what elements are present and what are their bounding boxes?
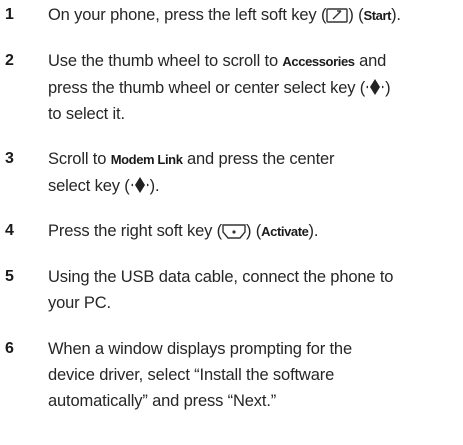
right-soft-key-icon — [222, 224, 246, 239]
step-text-part: select key ( — [48, 177, 130, 195]
step-text-part: and press the center — [182, 150, 335, 168]
step-text-part: On your phone, press the left soft key ( — [48, 6, 327, 24]
step-text: Use the thumb wheel to scroll to Accesso… — [48, 48, 460, 127]
step-text: Using the USB data cable, connect the ph… — [48, 264, 460, 316]
key-label-start: Start — [363, 8, 392, 23]
step-line: Scroll to Modem Link and press the cente… — [48, 146, 460, 173]
step-text-part: ). — [391, 6, 401, 24]
step-text-part: Scroll to — [48, 150, 111, 168]
step-text: On your phone, press the left soft key (… — [48, 2, 460, 29]
step-text-part: and — [354, 52, 387, 70]
step-text-part: ) — [385, 79, 391, 97]
step-line: device driver, select “Install the softw… — [48, 366, 335, 384]
step-line: Use the thumb wheel to scroll to Accesso… — [48, 48, 460, 75]
step-line: to select it. — [48, 105, 125, 123]
step-line: When a window displays prompting for the — [48, 340, 352, 358]
step-number: 1 — [5, 6, 14, 23]
center-select-key-icon — [130, 176, 150, 194]
step-line: press the thumb wheel or center select k… — [48, 75, 460, 101]
step-text: Scroll to Modem Link and press the cente… — [48, 146, 460, 199]
step-line: automatically” and press “Next.” — [48, 392, 277, 410]
step-number: 6 — [5, 340, 14, 357]
step-text: Press the right soft key ( ) (Activate). — [48, 218, 460, 245]
left-soft-key-icon — [326, 8, 349, 23]
step-text-part: Press the right soft key ( — [48, 222, 222, 240]
center-select-key-icon — [365, 78, 385, 96]
menu-label-modem-link: Modem Link — [110, 152, 183, 167]
step-number: 2 — [5, 52, 14, 69]
key-label-activate: Activate — [261, 224, 309, 239]
step-line: your PC. — [48, 294, 111, 312]
step-text-part: ) ( — [348, 6, 364, 24]
menu-label-accessories: Accessories — [282, 54, 355, 69]
step-text-part: Use the thumb wheel to scroll to — [48, 52, 283, 70]
step-text-part: press the thumb wheel or center select k… — [48, 79, 366, 97]
step-text-part: ). — [149, 177, 160, 195]
step-number: 3 — [5, 150, 14, 167]
step-number: 4 — [5, 222, 14, 239]
step-text-part: ) ( — [246, 222, 262, 240]
step-number: 5 — [5, 268, 14, 285]
step-text: When a window displays prompting for the… — [48, 336, 460, 414]
step-line: select key (). — [48, 173, 460, 199]
step-text-part: ). — [308, 222, 319, 240]
step-line: Using the USB data cable, connect the ph… — [48, 268, 394, 286]
